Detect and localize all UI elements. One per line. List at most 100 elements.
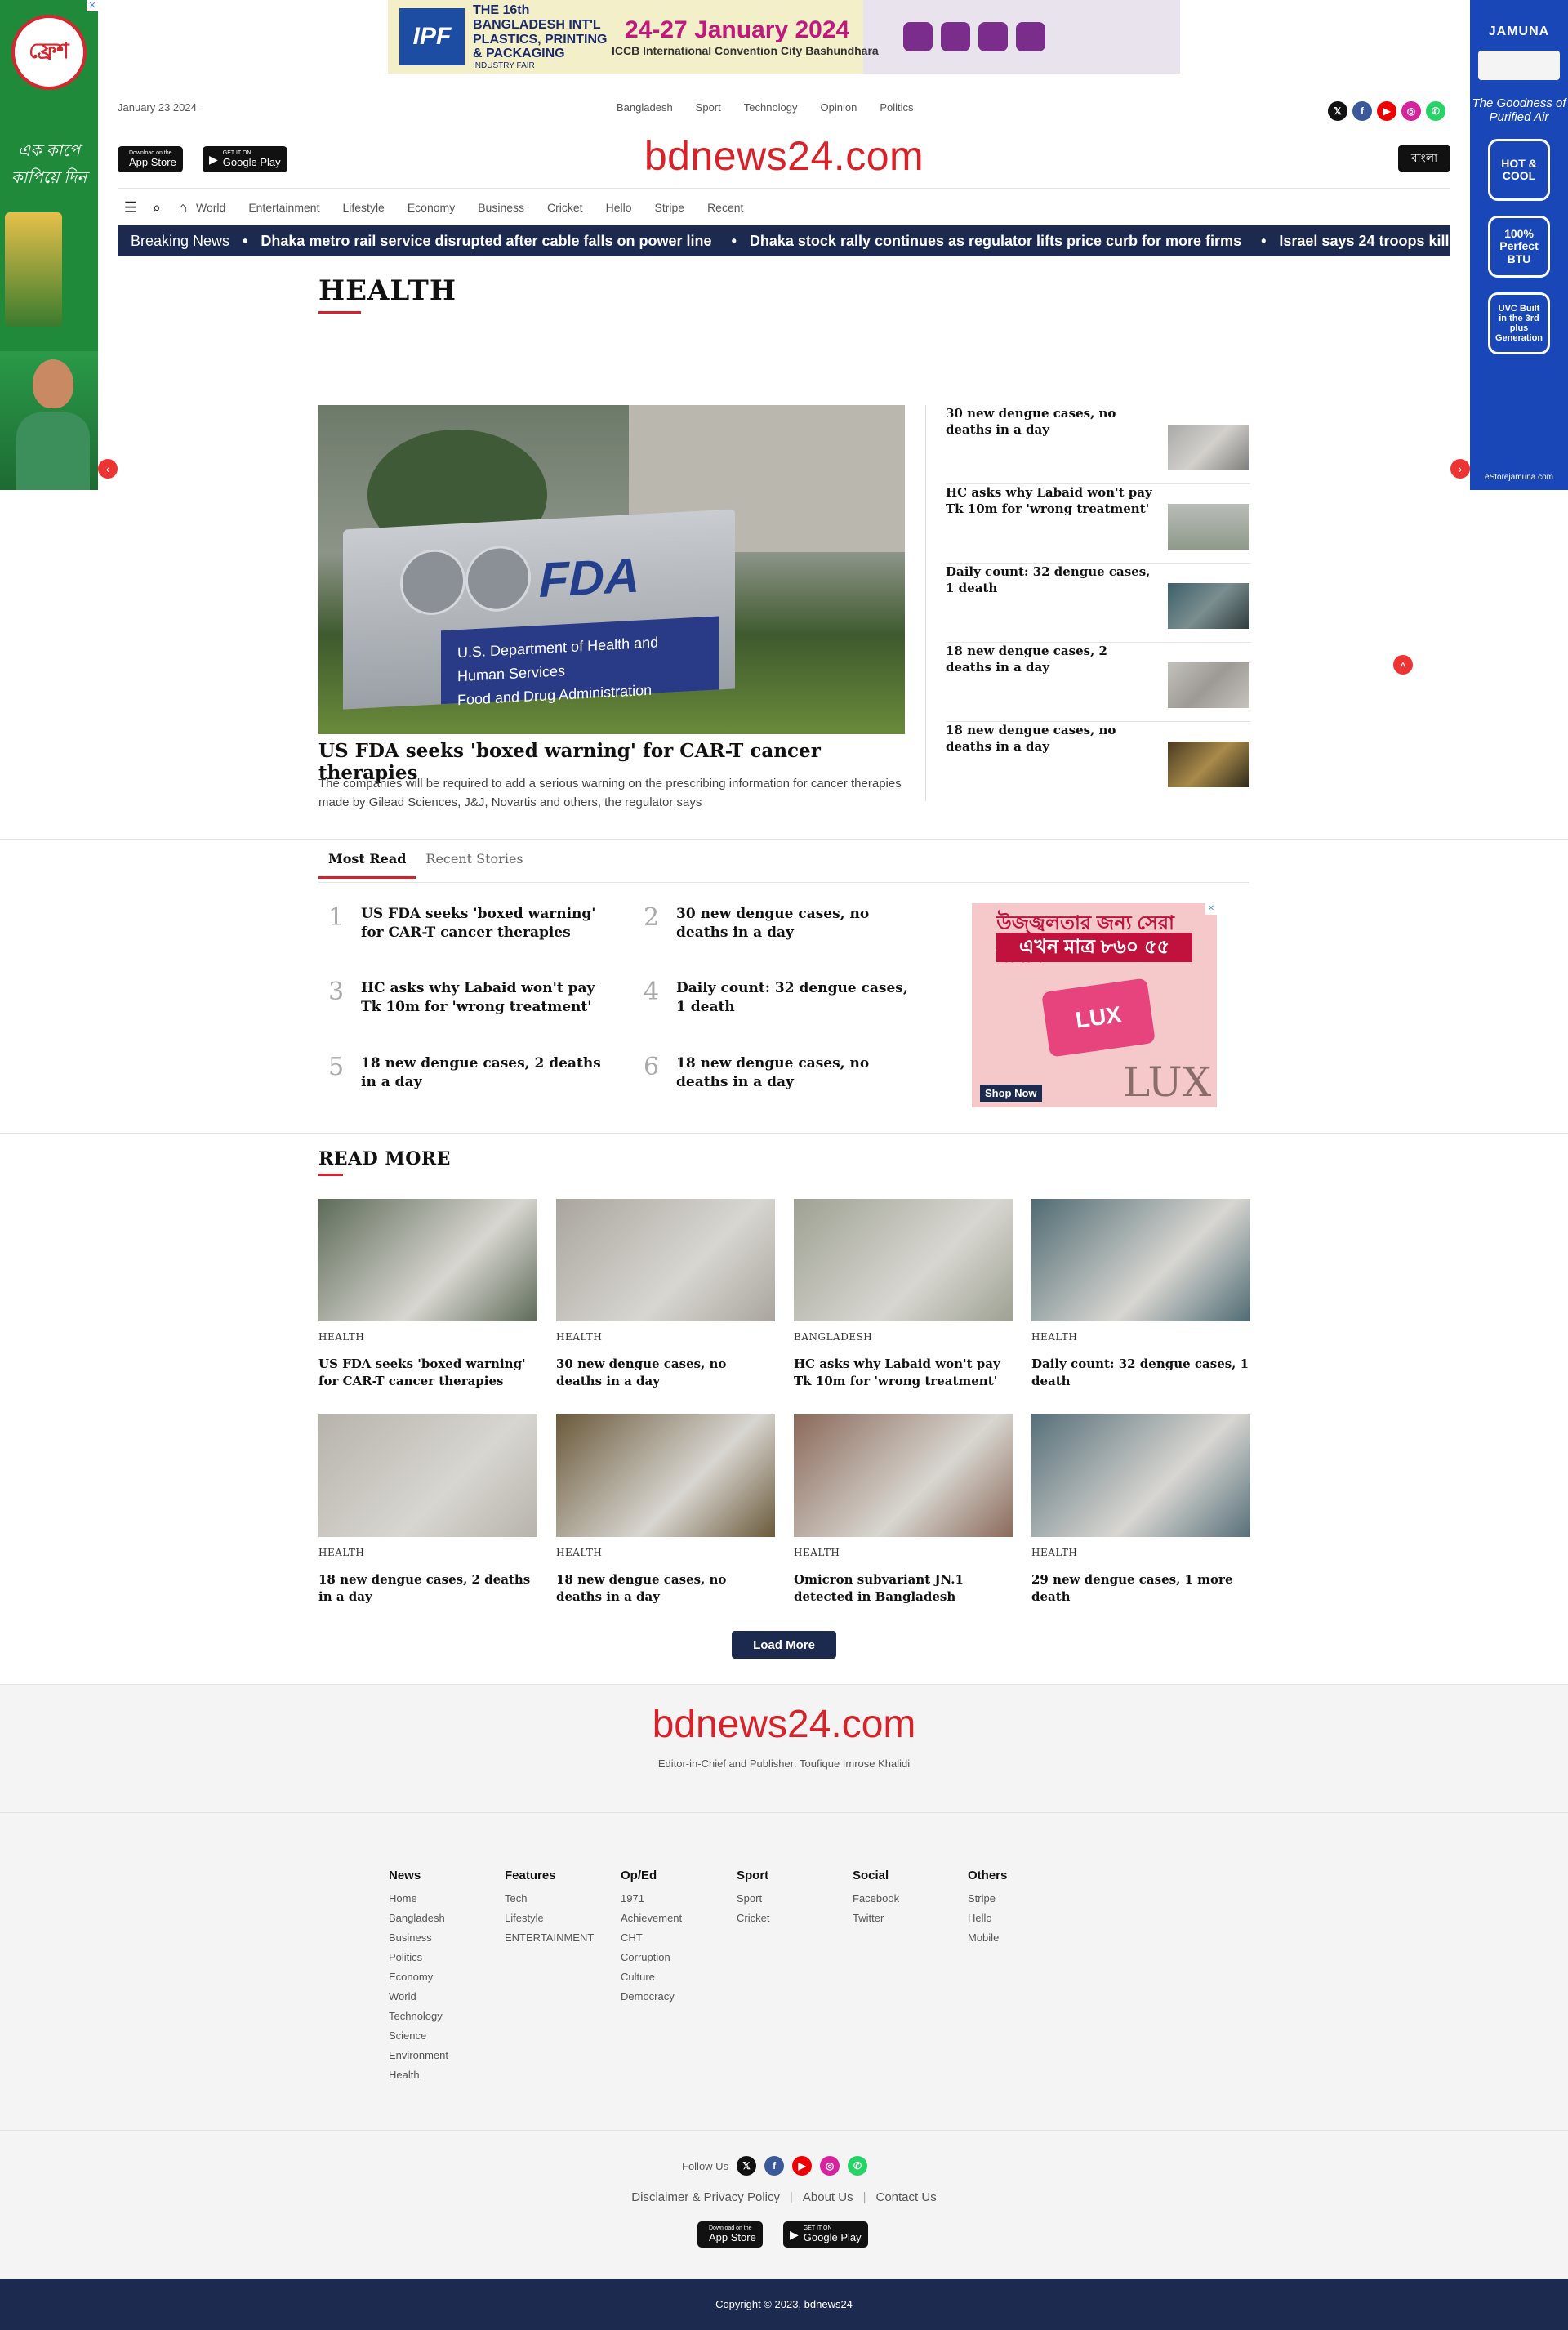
scroll-top-icon[interactable]: ˄ — [1393, 655, 1413, 675]
left-side-ad[interactable]: ফ্রেশ এক কাপে কাপিয়ে দিন ✕ — [0, 0, 98, 490]
ad-close-icon[interactable]: ✕ — [87, 0, 98, 11]
top-nav-item[interactable]: Sport — [696, 101, 721, 114]
footer-link[interactable]: Science — [389, 2029, 495, 2049]
card-title[interactable]: HC asks why Labaid won't pay Tk 10m for … — [794, 1356, 1013, 1390]
whatsapp-icon[interactable]: ✆ — [1426, 101, 1446, 121]
side-story[interactable]: HC asks why Labaid won't pay Tk 10m for … — [946, 484, 1250, 564]
most-read-item[interactable]: 3 HC asks why Labaid won't pay Tk 10m fo… — [318, 978, 596, 1027]
card-thumbnail[interactable] — [556, 1414, 775, 1537]
footer-link[interactable]: Sport — [737, 1892, 843, 1912]
read-more-card[interactable]: HEALTH Daily count: 32 dengue cases, 1 de… — [1031, 1199, 1250, 1390]
card-thumbnail[interactable] — [1031, 1199, 1250, 1321]
breaking-item[interactable]: Dhaka stock rally continues as regulator… — [732, 233, 1241, 250]
card-title[interactable]: 30 new dengue cases, no deaths in a day — [556, 1356, 775, 1390]
footer-link[interactable]: Bangladesh — [389, 1912, 495, 1931]
most-read-item[interactable]: 2 30 new dengue cases, no deaths in a da… — [634, 903, 911, 952]
nav-item[interactable]: World — [196, 201, 225, 214]
top-nav-item[interactable]: Bangladesh — [617, 101, 673, 114]
tab-most-read[interactable]: Most Read — [318, 849, 416, 879]
nav-item[interactable]: Stripe — [654, 201, 684, 214]
top-nav-item[interactable]: Technology — [744, 101, 798, 114]
side-story[interactable]: 18 new dengue cases, 2 deaths in a day — [946, 643, 1250, 722]
side-story-thumbnail[interactable] — [1168, 425, 1250, 470]
most-read-item[interactable]: 4 Daily count: 32 dengue cases, 1 death — [634, 978, 911, 1027]
card-category[interactable]: HEALTH — [556, 1331, 775, 1343]
top-banner-ad[interactable]: IPF THE 16th BANGLADESH INT'L PLASTICS, … — [388, 0, 1180, 74]
lux-ad[interactable]: উজ্জ্বলতার জন্য সেরা সাবান এখন মাত্র ৮৬০… — [972, 903, 1217, 1107]
most-read-title[interactable]: Daily count: 32 dengue cases, 1 death — [676, 979, 921, 1017]
card-title[interactable]: 18 new dengue cases, no deaths in a day — [556, 1571, 775, 1606]
language-button[interactable]: বাংলা — [1398, 145, 1450, 172]
footer-link[interactable]: Economy — [389, 1971, 495, 1990]
nav-item[interactable]: Business — [478, 201, 524, 214]
right-scroll-icon[interactable]: › — [1450, 459, 1470, 479]
footer-link[interactable]: Business — [389, 1931, 495, 1951]
youtube-icon[interactable]: ▶ — [1377, 101, 1396, 121]
footer-link[interactable]: Technology — [389, 2010, 495, 2029]
side-story[interactable]: 30 new dengue cases, no deaths in a day — [946, 405, 1250, 484]
card-thumbnail[interactable] — [318, 1199, 537, 1321]
footer-link[interactable]: Hello — [968, 1912, 1074, 1931]
card-title[interactable]: US FDA seeks 'boxed warning' for CAR-T c… — [318, 1356, 537, 1390]
x-twitter-icon[interactable]: 𝕏 — [737, 2156, 757, 2176]
breaking-item[interactable]: Israel says 24 troops kill — [1261, 233, 1449, 250]
most-read-item[interactable]: 5 18 new dengue cases, 2 deaths in a day — [318, 1053, 601, 1102]
card-thumbnail[interactable] — [794, 1199, 1013, 1321]
footer-link[interactable]: Facebook — [853, 1892, 959, 1912]
nav-item[interactable]: Recent — [707, 201, 743, 214]
side-story-title[interactable]: 18 new dengue cases, no deaths in a day — [946, 722, 1154, 755]
footer-link[interactable]: Lifestyle — [505, 1912, 611, 1931]
read-more-card[interactable]: HEALTH 29 new dengue cases, 1 more death — [1031, 1414, 1250, 1606]
card-thumbnail[interactable] — [794, 1414, 1013, 1537]
read-more-card[interactable]: BANGLADESH HC asks why Labaid won't pay T… — [794, 1199, 1013, 1390]
side-story[interactable]: Daily count: 32 dengue cases, 1 death — [946, 564, 1250, 643]
side-story-title[interactable]: 30 new dengue cases, no deaths in a day — [946, 405, 1154, 439]
card-title[interactable]: 29 new dengue cases, 1 more death — [1031, 1571, 1250, 1606]
lead-story-image[interactable]: FDA U.S. Department of Health and Human … — [318, 405, 905, 734]
card-title[interactable]: Daily count: 32 dengue cases, 1 death — [1031, 1356, 1250, 1390]
breaking-item[interactable]: Dhaka metro rail service disrupted after… — [243, 233, 711, 250]
card-title[interactable]: 18 new dengue cases, 2 deaths in a day — [318, 1571, 537, 1606]
card-category[interactable]: HEALTH — [794, 1547, 1013, 1558]
read-more-card[interactable]: HEALTH 30 new dengue cases, no deaths in … — [556, 1199, 775, 1390]
read-more-card[interactable]: HEALTH Omicron subvariant JN.1 detected i… — [794, 1414, 1013, 1606]
right-side-ad[interactable]: JAMUNA The Goodness of Purified Air HOT … — [1470, 0, 1568, 490]
read-more-card[interactable]: HEALTH 18 new dengue cases, 2 deaths in a… — [318, 1414, 537, 1606]
nav-item[interactable]: Economy — [408, 201, 455, 214]
read-more-card[interactable]: HEALTH US FDA seeks 'boxed warning' for C… — [318, 1199, 537, 1390]
top-nav-item[interactable]: Politics — [880, 101, 913, 114]
card-thumbnail[interactable] — [556, 1199, 775, 1321]
side-story-thumbnail[interactable] — [1168, 742, 1250, 787]
footer-link[interactable]: CHT — [621, 1931, 727, 1951]
card-category[interactable]: HEALTH — [1031, 1331, 1250, 1343]
nav-item[interactable]: Entertainment — [248, 201, 319, 214]
side-story-thumbnail[interactable] — [1168, 662, 1250, 708]
footer-link[interactable]: ENTERTAINMENT — [505, 1931, 611, 1951]
side-story-thumbnail[interactable] — [1168, 583, 1250, 629]
menu-icon[interactable]: ☰ — [118, 199, 144, 216]
home-icon[interactable]: ⌂ — [170, 199, 196, 216]
footer-link[interactable]: Democracy — [621, 1990, 727, 2010]
footer-link[interactable]: Stripe — [968, 1892, 1074, 1912]
footer-link[interactable]: Culture — [621, 1971, 727, 1990]
footer-link[interactable]: Achievement — [621, 1912, 727, 1931]
card-category[interactable]: HEALTH — [318, 1331, 537, 1343]
tab-recent-stories[interactable]: Recent Stories — [416, 849, 532, 879]
facebook-icon[interactable]: f — [1352, 101, 1372, 121]
card-category[interactable]: HEALTH — [318, 1547, 537, 1558]
nav-item[interactable]: Cricket — [547, 201, 583, 214]
youtube-icon[interactable]: ▶ — [792, 2156, 813, 2176]
instagram-icon[interactable]: ◎ — [1401, 101, 1421, 121]
footer-link-contact[interactable]: Contact Us — [876, 2190, 937, 2204]
whatsapp-icon[interactable]: ✆ — [848, 2156, 868, 2176]
most-read-title[interactable]: 18 new dengue cases, no deaths in a day — [676, 1054, 921, 1092]
footer-link-about[interactable]: About Us — [803, 2190, 853, 2204]
read-more-card[interactable]: HEALTH 18 new dengue cases, no deaths in … — [556, 1414, 775, 1606]
top-nav-item[interactable]: Opinion — [821, 101, 858, 114]
footer-link[interactable]: Mobile — [968, 1931, 1074, 1951]
footer-link[interactable]: Corruption — [621, 1951, 727, 1971]
footer-link[interactable]: Twitter — [853, 1912, 959, 1931]
side-story[interactable]: 18 new dengue cases, no deaths in a day — [946, 722, 1250, 801]
x-twitter-icon[interactable]: 𝕏 — [1328, 101, 1348, 121]
footer-link-disclaimer[interactable]: Disclaimer & Privacy Policy — [631, 2190, 780, 2204]
